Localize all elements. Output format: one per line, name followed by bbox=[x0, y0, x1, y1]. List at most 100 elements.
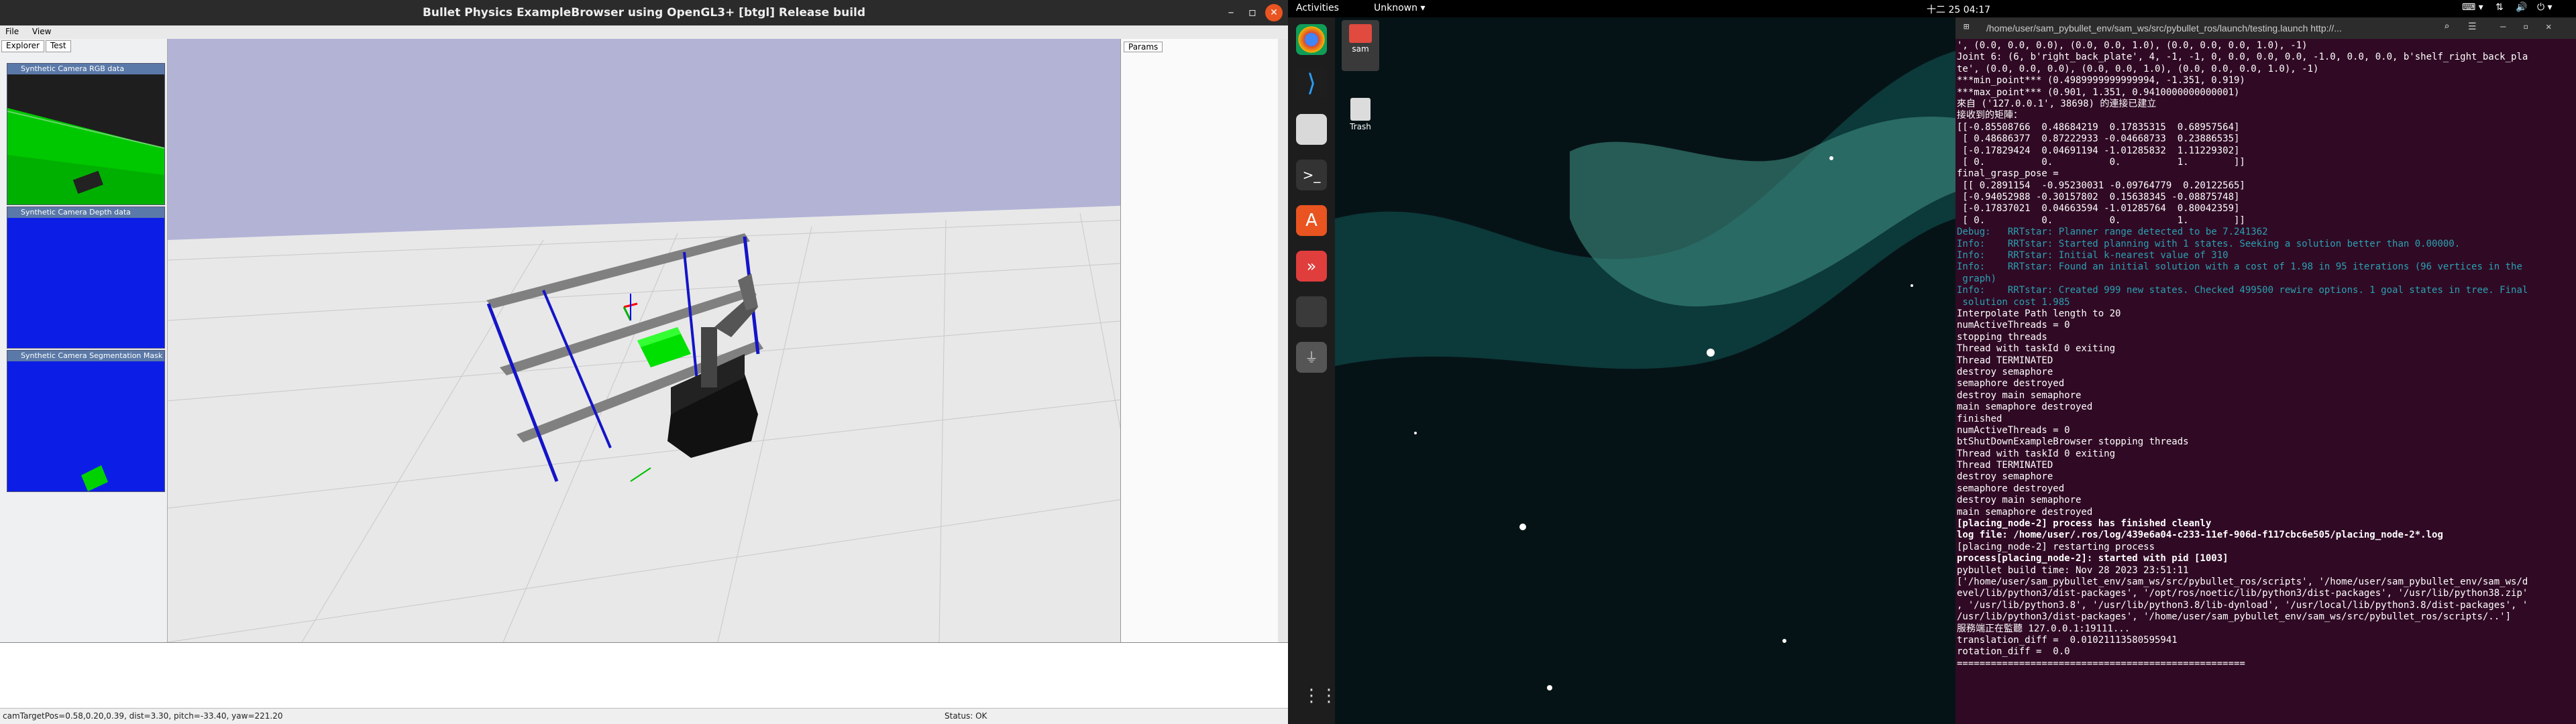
terminal-line: semaphore destroyed bbox=[1957, 483, 2065, 494]
home-folder-label: sam bbox=[1352, 44, 1369, 54]
depth-camera-image bbox=[7, 218, 164, 348]
terminal-line: stopping threads bbox=[1957, 331, 2047, 343]
segmentation-camera-image bbox=[7, 361, 164, 491]
remote-desktop-icon[interactable]: » bbox=[1296, 251, 1327, 282]
gnome-topbar: Activities Unknown ▾ 十二 25 04:17 ⌨ ▾ ⇅ 🔊… bbox=[1288, 0, 2576, 17]
terminal-line: Info: RRTstar: Initial k-nearest value o… bbox=[1957, 250, 2229, 261]
usb-icon[interactable]: ⏚ bbox=[1296, 342, 1327, 373]
camera-status: camTargetPos=0.58,0.20,0.39, dist=3.30, … bbox=[3, 711, 283, 721]
app-menu[interactable]: Unknown ▾ bbox=[1374, 3, 1425, 13]
network-icon[interactable]: ⇅ bbox=[2496, 2, 2504, 13]
params-scrollbar[interactable] bbox=[1278, 39, 1288, 642]
terminal-line: [ 0.48686377 0.87222933 -0.04668733 0.23… bbox=[1957, 133, 2240, 145]
terminal-line: Info: RRTstar: Created 999 new states. C… bbox=[1957, 285, 2528, 296]
bullet-window: Bullet Physics ExampleBrowser using Open… bbox=[0, 0, 1288, 724]
new-tab-icon[interactable]: ⊞ bbox=[1964, 21, 1969, 32]
minimize-icon[interactable]: – bbox=[2500, 21, 2506, 32]
terminal-line: Thread TERMINATED bbox=[1957, 355, 2053, 366]
terminal-line: Info: RRTstar: Started planning with 1 s… bbox=[1957, 238, 2461, 249]
terminal-line: [-0.17837021 0.04663594 -1.01285764 0.80… bbox=[1957, 203, 2240, 215]
status-ok: Status: OK bbox=[945, 711, 987, 721]
menu-icon[interactable]: ☰ bbox=[2468, 21, 2477, 32]
trash-label: Trash bbox=[1350, 122, 1371, 131]
explorer-panel: Explorer Test Synthetic Camera RGB data … bbox=[0, 39, 168, 642]
terminal-line: main semaphore destroyed bbox=[1957, 506, 2093, 518]
power-icon[interactable]: ⏻ ▾ bbox=[2537, 2, 2553, 13]
desktop: sam Trash bbox=[1335, 17, 1955, 724]
params-panel: Params bbox=[1120, 39, 1288, 642]
terminal-line: graph) bbox=[1957, 273, 1997, 284]
depth-camera-window: Synthetic Camera Depth data bbox=[7, 206, 165, 349]
terminal-line: 接收到的矩陣： bbox=[1957, 110, 2023, 121]
dock: ⟩ >_ A » ⏚ ⋮⋮ bbox=[1288, 17, 1338, 724]
close-icon[interactable]: ✕ bbox=[1265, 4, 1283, 21]
vscode-icon[interactable]: ⟩ bbox=[1296, 68, 1327, 99]
window-titlebar[interactable]: Bullet Physics ExampleBrowser using Open… bbox=[0, 0, 1288, 25]
chrome-icon[interactable] bbox=[1296, 24, 1327, 55]
software-icon[interactable]: A bbox=[1296, 205, 1327, 236]
tab-params[interactable]: Params bbox=[1124, 42, 1163, 52]
terminal-line: Debug: RRTstar: Planner range detected t… bbox=[1957, 227, 2268, 238]
segmentation-camera-title[interactable]: Synthetic Camera Segmentation Mask bbox=[7, 351, 164, 361]
terminal-line: , '/usr/lib/python3.8', '/usr/lib/python… bbox=[1957, 599, 2528, 611]
terminal-line: pybullet build time: Nov 28 2023 23:51:1… bbox=[1957, 564, 2189, 576]
terminal-line: numActiveThreads = 0 bbox=[1957, 320, 2070, 331]
terminal-line: 服務端正在監聽 127.0.0.1:19111... bbox=[1957, 623, 2131, 634]
minimize-icon[interactable]: – bbox=[1222, 4, 1240, 21]
terminal-titlebar[interactable]: /home/user/sam_pybullet_env/sam_ws/src/p… bbox=[1955, 17, 2576, 39]
activities-button[interactable]: Activities bbox=[1296, 3, 1339, 13]
keyboard-icon[interactable]: ⌨ ▾ bbox=[2462, 2, 2483, 13]
terminal-line: Thread TERMINATED bbox=[1957, 460, 2053, 471]
terminal-title: /home/user/sam_pybullet_env/sam_ws/src/p… bbox=[1986, 23, 2342, 34]
terminal-line: [-0.17829424 0.04691194 -1.01285832 1.11… bbox=[1957, 145, 2240, 156]
terminal-line: ', (0.0, 0.0, 0.0), (0.0, 0.0, 1.0), (0.… bbox=[1957, 40, 2308, 51]
terminal-line: ['/home/user/sam_pybullet_env/sam_ws/src… bbox=[1957, 576, 2528, 587]
terminal-line: Thread with taskId 0 exiting bbox=[1957, 343, 2116, 355]
terminal-icon[interactable]: >_ bbox=[1296, 160, 1327, 190]
files-icon[interactable] bbox=[1296, 114, 1327, 145]
rgb-camera-title[interactable]: Synthetic Camera RGB data bbox=[7, 64, 164, 74]
tab-explorer[interactable]: Explorer bbox=[1, 40, 44, 52]
volume-icon[interactable]: 🔊 bbox=[2516, 2, 2527, 13]
terminal-line: te', (0.0, 0.0, 0.0), (0.0, 0.0, 1.0), (… bbox=[1957, 63, 2319, 74]
terminal-line: [placing_node-2] restarting process bbox=[1957, 541, 2155, 552]
terminal-line: semaphore destroyed bbox=[1957, 378, 2065, 389]
terminal-line: btShutDownExampleBrowser stopping thread… bbox=[1957, 436, 2189, 448]
close-icon[interactable]: ✕ bbox=[2546, 21, 2551, 32]
terminal-line: solution cost 1.985 bbox=[1957, 296, 2070, 308]
show-apps-icon[interactable]: ⋮⋮ bbox=[1303, 686, 1338, 705]
terminal-line: destroy semaphore bbox=[1957, 366, 2053, 377]
menu-view[interactable]: View bbox=[27, 25, 56, 38]
rgb-camera-image bbox=[7, 74, 165, 204]
terminal-line: Interpolate Path length to 20 bbox=[1957, 308, 2121, 319]
trash-icon[interactable]: Trash bbox=[1342, 95, 1379, 142]
tab-test[interactable]: Test bbox=[45, 40, 71, 52]
terminal-window[interactable]: /home/user/sam_pybullet_env/sam_ws/src/p… bbox=[1955, 17, 2576, 724]
terminal-line: [[-0.85508766 0.48684219 0.17835315 0.68… bbox=[1957, 121, 2240, 133]
terminal-line: log file: /home/user/.ros/log/439e6a04-c… bbox=[1957, 530, 2443, 541]
terminal-line: [-0.94052988 -0.30157802 0.15638345 -0.0… bbox=[1957, 192, 2240, 203]
panel-tabs: Explorer Test bbox=[1, 40, 72, 52]
search-icon[interactable]: ⌕ bbox=[2444, 21, 2449, 32]
terminal-line: [placing_node-2] process has finished cl… bbox=[1957, 518, 2212, 530]
menu-file[interactable]: File bbox=[0, 25, 24, 38]
bullet-app-icon[interactable] bbox=[1296, 296, 1327, 327]
terminal-line: [ 0. 0. 0. 1. ]] bbox=[1957, 156, 2245, 168]
terminal-line: rotation_diff = 0.0 bbox=[1957, 646, 2070, 658]
terminal-line: translation_diff = 0.01021113580595941 bbox=[1957, 634, 2178, 646]
terminal-line: [[ 0.2891154 -0.95230031 -0.09764779 0.2… bbox=[1957, 180, 2245, 191]
clock[interactable]: 十二 25 04:17 bbox=[1927, 3, 1990, 16]
rgb-camera-window: Synthetic Camera RGB data bbox=[7, 63, 165, 205]
terminal-line: process[placing_node-2]: started with pi… bbox=[1957, 553, 2229, 564]
terminal-line: destroy semaphore bbox=[1957, 471, 2053, 483]
terminal-line: Info: RRTstar: Found an initial solution… bbox=[1957, 261, 2522, 273]
terminal-line: destroy main semaphore bbox=[1957, 495, 2082, 506]
depth-camera-title[interactable]: Synthetic Camera Depth data bbox=[7, 207, 164, 218]
segmentation-camera-window: Synthetic Camera Segmentation Mask bbox=[7, 350, 165, 492]
maximize-icon[interactable]: ▫ bbox=[2523, 21, 2528, 32]
terminal-line: Joint 6: (6, b'right_back_plate', 4, -1,… bbox=[1957, 52, 2528, 63]
home-folder-icon[interactable]: sam bbox=[1342, 20, 1379, 71]
terminal-line: 來自 ('127.0.0.1', 38698) 的連接已建立 bbox=[1957, 98, 2157, 109]
maximize-icon[interactable]: ▫ bbox=[1244, 4, 1261, 21]
menubar: File View bbox=[0, 25, 1288, 39]
